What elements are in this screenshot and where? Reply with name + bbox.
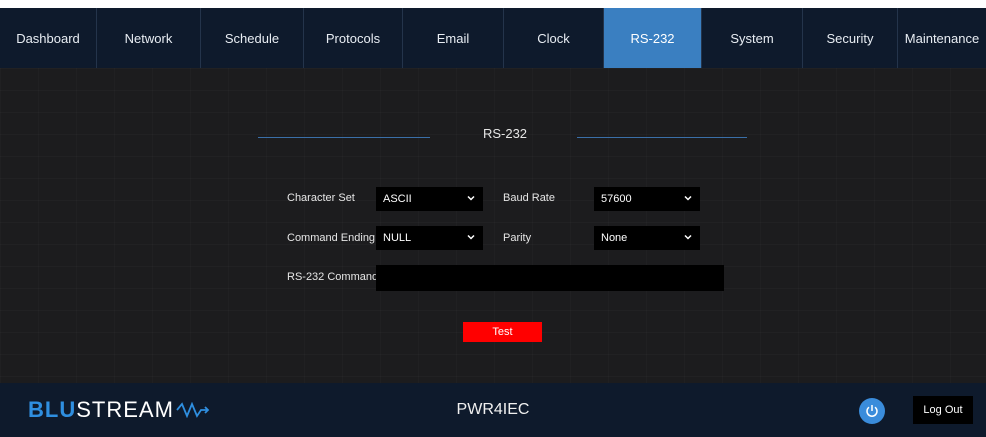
rs232-command-input[interactable] — [376, 265, 724, 291]
parity-value: None — [601, 232, 628, 244]
tab-system[interactable]: System — [702, 8, 803, 68]
parity-select[interactable]: None — [594, 226, 700, 250]
baud-rate-label: Baud Rate — [503, 192, 555, 204]
command-ending-select[interactable]: NULL — [376, 226, 483, 250]
top-strip — [0, 0, 986, 8]
character-set-value: ASCII — [383, 193, 412, 205]
power-button[interactable] — [859, 398, 885, 424]
test-button[interactable]: Test — [463, 322, 542, 342]
tab-security[interactable]: Security — [803, 8, 898, 68]
baud-rate-select[interactable]: 57600 — [594, 187, 700, 211]
tab-rs232[interactable]: RS-232 — [604, 8, 702, 68]
chevron-down-icon — [467, 234, 475, 240]
rs232-command-label: RS-232 Command — [287, 271, 379, 283]
tab-clock[interactable]: Clock — [504, 8, 604, 68]
logout-button[interactable]: Log Out — [913, 396, 973, 424]
device-name: PWR4IEC — [456, 401, 530, 418]
tab-schedule[interactable]: Schedule — [201, 8, 304, 68]
chevron-down-icon — [684, 195, 692, 201]
rs232-panel: RS-232 Character Set ASCII Baud Rate 576… — [0, 68, 986, 383]
command-ending-value: NULL — [383, 232, 412, 244]
chevron-down-icon — [467, 195, 475, 201]
tab-dashboard[interactable]: Dashboard — [0, 8, 97, 68]
tab-protocols[interactable]: Protocols — [304, 8, 403, 68]
footer: BLU STREAM PWR4IEC Log Out — [0, 383, 986, 437]
chevron-down-icon — [684, 234, 692, 240]
top-navigation: Dashboard Network Schedule Protocols Ema… — [0, 8, 986, 68]
tab-network[interactable]: Network — [97, 8, 201, 68]
section-title: RS-232 — [482, 126, 528, 141]
tab-email[interactable]: Email — [403, 8, 504, 68]
parity-label: Parity — [503, 232, 532, 244]
character-set-label: Character Set — [287, 192, 355, 204]
baud-rate-value: 57600 — [601, 193, 632, 205]
section-divider-right — [577, 137, 747, 138]
section-divider-left — [258, 137, 430, 138]
character-set-select[interactable]: ASCII — [376, 187, 483, 211]
power-icon — [866, 405, 878, 417]
tab-maintenance[interactable]: Maintenance — [898, 8, 986, 68]
command-ending-label: Command Ending — [287, 232, 376, 244]
